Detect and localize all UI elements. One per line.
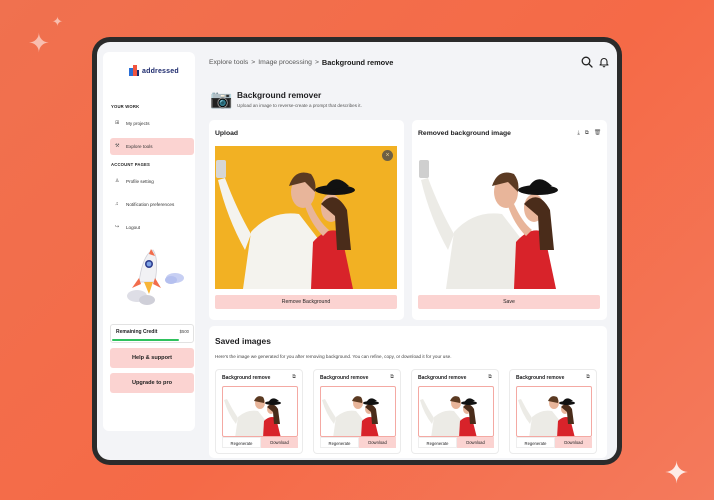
couple-thumbnail [224, 396, 281, 436]
camera-icon: 📷 [210, 89, 233, 109]
breadcrumb-current: Background remove [321, 58, 394, 67]
saved-card-actions: Regenerate Download [320, 437, 396, 448]
couple-photo-cutout [419, 160, 558, 289]
section-label-account: ACCOUNT PAGES [111, 162, 151, 167]
copy-icon[interactable]: ⧉ [585, 130, 589, 137]
saved-image-thumbnail[interactable] [516, 386, 592, 437]
download-button[interactable]: Download [261, 437, 298, 448]
breadcrumb-separator: > [314, 59, 319, 66]
remove-background-button[interactable]: Remove Background [215, 295, 397, 309]
sidebar-item-notification-preferences[interactable]: ♫ Notification preferences [110, 196, 194, 213]
rocket-illustration [127, 249, 184, 305]
saved-image-card[interactable]: Background remove ⧉ Regenerate Download [411, 369, 499, 454]
removed-background-image[interactable] [418, 146, 600, 289]
breadcrumb-image-processing[interactable]: Image processing [258, 59, 312, 66]
copy-icon[interactable]: ⧉ [292, 374, 296, 381]
sidebar-item-label: Logout [126, 225, 141, 230]
download-button[interactable]: Download [555, 437, 592, 448]
logout-icon: ↪ [115, 224, 120, 230]
sidebar-item-my-projects[interactable]: ⊞ My projects [110, 115, 194, 132]
saved-description: Here's the image we generated for you af… [215, 354, 452, 359]
removed-background-card: Removed background image ⤓ ⧉ 🗑 Save [412, 120, 607, 320]
couple-thumbnail [420, 396, 477, 436]
sparkle-icon: ✦ [52, 14, 63, 29]
tool-title: Background remover [237, 90, 322, 100]
close-icon[interactable]: × [382, 150, 393, 161]
tools-icon: ⚒ [115, 143, 120, 149]
upload-title: Upload [215, 130, 239, 137]
regenerate-button[interactable]: Regenerate [418, 437, 457, 448]
logo-text: addressed [142, 67, 179, 75]
upgrade-button[interactable]: Upgrade to pro [110, 373, 194, 393]
sidebar: addressed YOUR WORK ⊞ My projects ⚒ Expl… [103, 52, 195, 431]
saved-card-actions: Regenerate Download [418, 437, 494, 448]
tool-subtitle: Upload an image to reverse-create a prom… [237, 103, 362, 108]
saved-title: Saved images [215, 336, 271, 346]
saved-card-actions: Regenerate Download [222, 437, 298, 448]
copy-icon[interactable]: ⧉ [390, 374, 394, 381]
sidebar-item-label: Notification preferences [126, 202, 175, 207]
app-screen: addressed YOUR WORK ⊞ My projects ⚒ Expl… [97, 42, 617, 460]
help-support-button[interactable]: Help & support [110, 348, 194, 368]
bell-icon: ♫ [115, 201, 119, 207]
download-button[interactable]: Download [359, 437, 396, 448]
saved-card-actions: Regenerate Download [516, 437, 592, 448]
device-frame: addressed YOUR WORK ⊞ My projects ⚒ Expl… [92, 37, 622, 465]
couple-thumbnail [322, 396, 379, 436]
couple-thumbnail [518, 396, 575, 436]
upload-card: Upload × Remove Background [209, 120, 404, 320]
couple-photo [216, 160, 355, 289]
sparkle-icon: ✦ [28, 28, 50, 58]
trash-icon[interactable]: 🗑 [594, 130, 601, 137]
removed-title: Removed background image [418, 130, 511, 137]
sidebar-item-label: Profile setting [126, 179, 154, 184]
saved-images-card: Saved images Here's the image we generat… [209, 326, 607, 458]
removed-actions: ⤓ ⧉ 🗑 [577, 130, 601, 137]
download-button[interactable]: Download [457, 437, 494, 448]
saved-card-title: Background remove [320, 375, 369, 381]
saved-card-title: Background remove [516, 375, 565, 381]
brand-logo[interactable]: addressed [129, 65, 179, 77]
credit-label: Remaining Credit [116, 329, 158, 335]
sidebar-item-explore-tools[interactable]: ⚒ Explore tools [110, 138, 194, 155]
sparkle-icon: ✦ [664, 457, 690, 490]
user-icon: ♙ [115, 178, 120, 184]
sidebar-item-profile-setting[interactable]: ♙ Profile setting [110, 173, 194, 190]
saved-image-card[interactable]: Background remove ⧉ Regenerate Download [215, 369, 303, 454]
saved-image-thumbnail[interactable] [222, 386, 298, 437]
credit-value: $500 [179, 329, 189, 334]
breadcrumb-separator: > [251, 59, 256, 66]
sidebar-item-logout[interactable]: ↪ Logout [110, 219, 194, 236]
logo-mark-icon [129, 65, 139, 77]
saved-image-card[interactable]: Background remove ⧉ Regenerate Download [509, 369, 597, 454]
saved-image-card[interactable]: Background remove ⧉ Regenerate Download [313, 369, 401, 454]
sidebar-item-label: My projects [126, 121, 150, 126]
copy-icon[interactable]: ⧉ [586, 374, 590, 381]
save-button[interactable]: Save [418, 295, 600, 309]
breadcrumb: Explore tools > Image processing > Backg… [209, 58, 393, 67]
uploaded-image[interactable]: × [215, 146, 397, 289]
copy-icon[interactable]: ⧉ [488, 374, 492, 381]
saved-image-thumbnail[interactable] [320, 386, 396, 437]
credit-progress-bar [112, 339, 180, 341]
regenerate-button[interactable]: Regenerate [222, 437, 261, 448]
grid-icon: ⊞ [115, 120, 120, 126]
saved-card-title: Background remove [222, 375, 271, 381]
download-icon[interactable]: ⤓ [577, 130, 579, 137]
saved-image-thumbnail[interactable] [418, 386, 494, 437]
regenerate-button[interactable]: Regenerate [320, 437, 359, 448]
remaining-credit: Remaining Credit $500 [110, 324, 194, 343]
section-label-your-work: YOUR WORK [111, 104, 140, 109]
breadcrumb-explore-tools[interactable]: Explore tools [209, 59, 248, 66]
bell-icon[interactable] [598, 56, 610, 68]
search-icon[interactable] [581, 56, 593, 68]
sidebar-item-label: Explore tools [126, 144, 153, 149]
saved-card-title: Background remove [418, 375, 467, 381]
regenerate-button[interactable]: Regenerate [516, 437, 555, 448]
